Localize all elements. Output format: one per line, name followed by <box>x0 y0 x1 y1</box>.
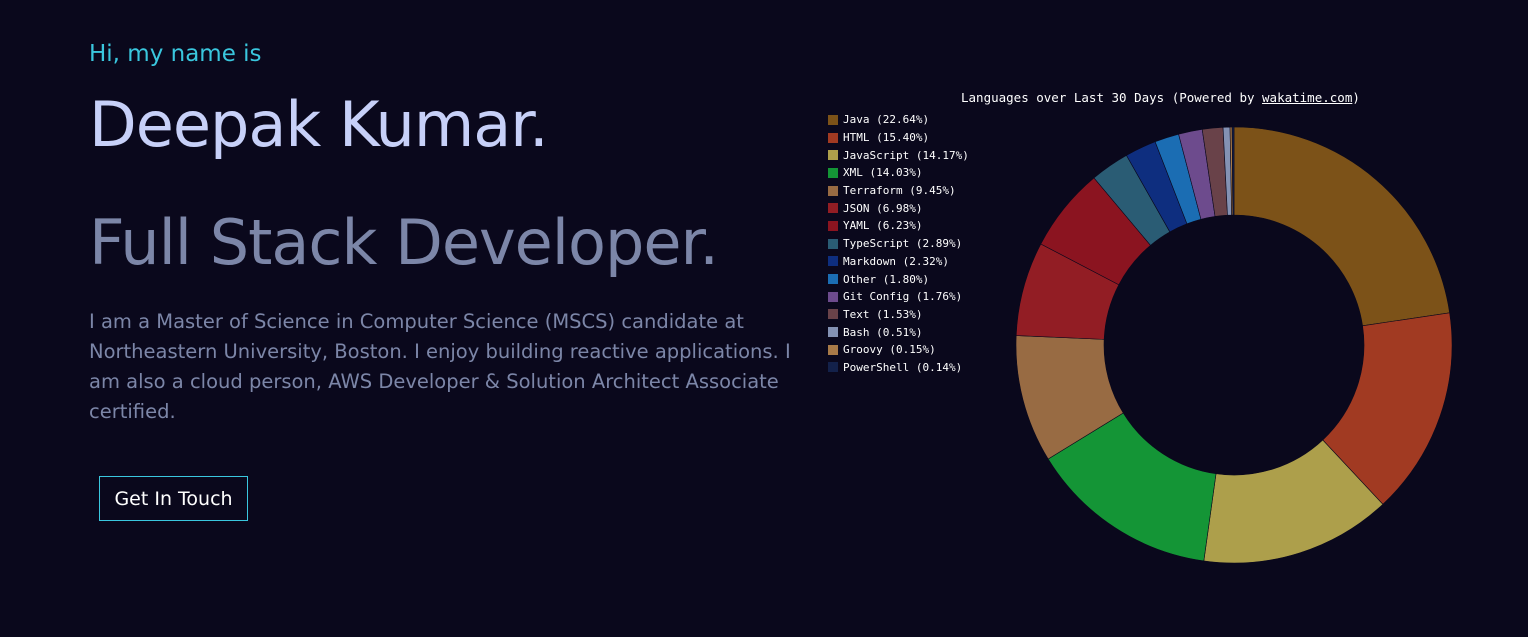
legend-swatch <box>828 114 838 125</box>
chart-legend: Java (22.64%) HTML (15.40%) JavaScript (14… <box>828 111 969 376</box>
legend-swatch <box>828 220 838 231</box>
legend-label: Markdown (2.32%) <box>843 254 949 268</box>
legend-label: Terraform (9.45%) <box>843 184 956 198</box>
legend-item-yaml: YAML (6.23%) <box>828 217 969 235</box>
hero-section: Hi, my name is Deepak Kumar. Full Stack … <box>89 0 829 637</box>
role-heading: Full Stack Developer. <box>89 206 719 279</box>
wakatime-link[interactable]: wakatime.com <box>1262 90 1352 105</box>
legend-item-javascript: JavaScript (14.17%) <box>828 146 969 164</box>
legend-item-terraform: Terraform (9.45%) <box>828 182 969 200</box>
legend-item-typescript: TypeScript (2.89%) <box>828 235 969 253</box>
legend-swatch <box>828 362 838 373</box>
chart-title-prefix: Languages over Last 30 Days (Powered by <box>961 90 1263 105</box>
legend-swatch <box>828 274 838 285</box>
legend-label: JSON (6.98%) <box>843 201 923 215</box>
legend-label: Text (1.53%) <box>843 307 923 321</box>
legend-swatch <box>828 309 838 320</box>
chart-title: Languages over Last 30 Days (Powered by … <box>961 90 1360 105</box>
legend-label: YAML (6.23%) <box>843 219 923 233</box>
legend-label: Other (1.80%) <box>843 272 930 286</box>
legend-swatch <box>828 344 838 355</box>
bio-paragraph: I am a Master of Science in Computer Sci… <box>89 310 791 423</box>
legend-swatch <box>828 238 838 249</box>
legend-item-other: Other (1.80%) <box>828 270 969 288</box>
legend-item-groovy: Groovy (0.15%) <box>828 341 969 359</box>
legend-label: XML (14.03%) <box>843 166 923 180</box>
legend-label: Java (22.64%) <box>843 113 930 127</box>
legend-swatch <box>828 185 838 196</box>
slice-java <box>1233 126 1450 327</box>
legend-item-git-config: Git Config (1.76%) <box>828 288 969 306</box>
legend-label: TypeScript (2.89%) <box>843 237 963 251</box>
legend-item-text: Text (1.53%) <box>828 306 969 324</box>
legend-swatch <box>828 291 838 302</box>
legend-swatch <box>828 132 838 143</box>
languages-chart: Languages over Last 30 Days (Powered by … <box>820 84 1520 584</box>
legend-item-xml: XML (14.03%) <box>828 164 969 182</box>
legend-item-bash: Bash (0.51%) <box>828 323 969 341</box>
legend-label: HTML (15.40%) <box>843 131 930 145</box>
legend-label: Bash (0.51%) <box>843 325 923 339</box>
legend-label: JavaScript (14.17%) <box>843 148 969 162</box>
legend-label: Git Config (1.76%) <box>843 290 963 304</box>
legend-label: PowerShell (0.14%) <box>843 360 963 374</box>
name-heading: Deepak Kumar. <box>89 88 549 161</box>
chart-title-suffix: ) <box>1352 90 1360 105</box>
legend-swatch <box>828 203 838 214</box>
legend-swatch <box>828 167 838 178</box>
legend-item-java: Java (22.64%) <box>828 111 969 129</box>
legend-swatch <box>828 256 838 267</box>
legend-swatch <box>828 327 838 338</box>
legend-label: Groovy (0.15%) <box>843 343 936 357</box>
get-in-touch-button[interactable]: Get In Touch <box>99 476 248 521</box>
legend-item-json: JSON (6.98%) <box>828 199 969 217</box>
legend-swatch <box>828 150 838 161</box>
legend-item-html: HTML (15.40%) <box>828 129 969 147</box>
legend-item-powershell: PowerShell (0.14%) <box>828 359 969 377</box>
legend-item-markdown: Markdown (2.32%) <box>828 253 969 271</box>
greeting-text: Hi, my name is <box>89 41 262 67</box>
